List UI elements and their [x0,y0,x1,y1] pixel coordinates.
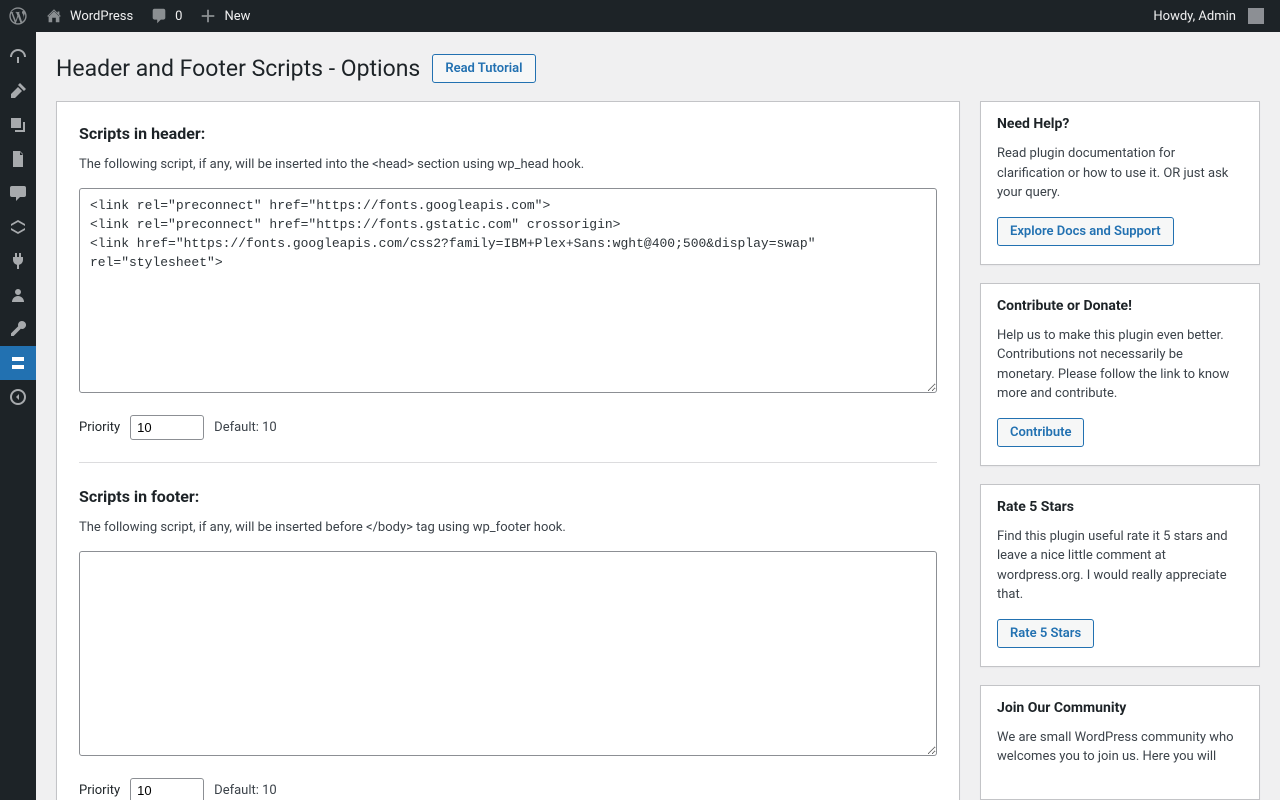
comment-icon [149,6,169,26]
page-title: Header and Footer Scripts - Options [56,55,420,82]
site-name-label: WordPress [70,9,133,24]
main-panel: Scripts in header: The following script,… [56,101,960,800]
footer-scripts-heading: Scripts in footer: [79,487,937,506]
menu-posts[interactable] [0,74,36,108]
menu-users[interactable] [0,278,36,312]
help-title: Need Help? [997,116,1243,132]
header-priority-label: Priority [79,420,120,435]
community-body: We are small WordPress community who wel… [997,728,1243,767]
admin-menu [0,32,36,800]
greeting-label: Howdy, Admin [1153,9,1236,24]
footer-priority-default: Default: 10 [214,783,277,798]
site-name-link[interactable]: WordPress [36,0,141,32]
community-box: Join Our Community We are small WordPres… [980,685,1260,800]
footer-scripts-description: The following script, if any, will be in… [79,520,937,535]
community-title: Join Our Community [997,700,1243,716]
footer-priority-label: Priority [79,783,120,798]
rate-box: Rate 5 Stars Find this plugin useful rat… [980,484,1260,667]
menu-settings[interactable] [0,346,36,380]
my-account-link[interactable]: Howdy, Admin [1145,0,1272,32]
content-wrap: Header and Footer Scripts - Options Read… [36,32,1280,800]
menu-tools[interactable] [0,312,36,346]
menu-appearance[interactable] [0,210,36,244]
new-content-link[interactable]: New [190,0,258,32]
comments-count: 0 [175,9,182,24]
explore-docs-button[interactable]: Explore Docs and Support [997,217,1174,246]
contribute-title: Contribute or Donate! [997,298,1243,314]
header-scripts-textarea[interactable] [79,188,937,393]
menu-collapse[interactable] [0,380,36,414]
header-scripts-heading: Scripts in header: [79,124,937,143]
header-priority-default: Default: 10 [214,420,277,435]
footer-priority-input[interactable] [130,778,204,800]
new-label: New [224,9,250,24]
rate-body: Find this plugin useful rate it 5 stars … [997,527,1243,605]
menu-dashboard[interactable] [0,40,36,74]
rate-button[interactable]: Rate 5 Stars [997,619,1094,648]
avatar [1248,8,1264,24]
help-box: Need Help? Read plugin documentation for… [980,101,1260,265]
header-scripts-description: The following script, if any, will be in… [79,157,937,172]
menu-comments[interactable] [0,176,36,210]
menu-pages[interactable] [0,142,36,176]
wordpress-logo-icon [8,6,28,26]
menu-media[interactable] [0,108,36,142]
admin-bar: WordPress 0 New Howdy, Admin [0,0,1280,32]
read-tutorial-button[interactable]: Read Tutorial [432,54,535,83]
comments-link[interactable]: 0 [141,0,190,32]
contribute-body: Help us to make this plugin even better.… [997,326,1243,404]
rate-title: Rate 5 Stars [997,499,1243,515]
menu-plugins[interactable] [0,244,36,278]
help-body: Read plugin documentation for clarificat… [997,144,1243,203]
home-icon [44,6,64,26]
contribute-box: Contribute or Donate! Help us to make th… [980,283,1260,466]
contribute-button[interactable]: Contribute [997,418,1084,447]
header-priority-input[interactable] [130,415,204,440]
footer-scripts-textarea[interactable] [79,551,937,756]
wp-logo[interactable] [0,0,36,32]
section-divider [79,462,937,463]
plus-icon [198,6,218,26]
